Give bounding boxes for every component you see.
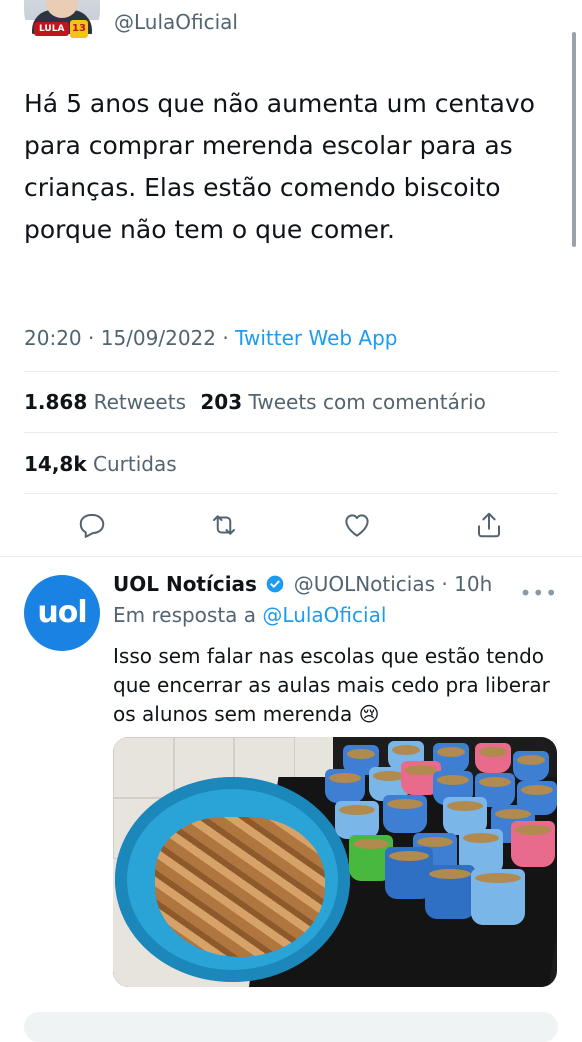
tweet-actions bbox=[0, 505, 582, 549]
likes-count: 14,8k bbox=[24, 452, 87, 476]
author-handle[interactable]: @LulaOficial bbox=[114, 10, 238, 34]
reply-button[interactable] bbox=[72, 505, 112, 545]
tweet-time[interactable]: 20:20 bbox=[24, 326, 82, 350]
reply-header: UOL Notícias @UOLNoticias · 10h bbox=[113, 572, 492, 596]
photo-cup bbox=[425, 865, 475, 919]
photo-cup bbox=[471, 869, 525, 925]
quotes-label: Tweets com comentário bbox=[248, 390, 486, 414]
divider bbox=[24, 432, 558, 433]
uol-avatar[interactable]: uol bbox=[24, 575, 100, 651]
avatar-badge: LULA bbox=[34, 22, 70, 36]
attached-photo[interactable] bbox=[113, 737, 557, 987]
divider bbox=[24, 371, 558, 372]
reply-author-name[interactable]: UOL Notícias bbox=[113, 572, 257, 596]
photo-cup bbox=[475, 743, 511, 773]
photo-tile bbox=[113, 737, 175, 799]
verified-badge-icon bbox=[266, 575, 284, 593]
reply-tweet[interactable]: uol UOL Notícias @UOLNoticias · 10h ••• … bbox=[0, 557, 582, 1024]
photo-cup bbox=[335, 801, 379, 839]
tweet-header: LULA 13 @LulaOficial bbox=[24, 0, 544, 50]
meta-separator: · bbox=[441, 572, 448, 596]
scrollbar[interactable] bbox=[572, 32, 576, 247]
quotes-count: 203 bbox=[200, 390, 243, 414]
more-options-icon[interactable]: ••• bbox=[520, 581, 558, 605]
reply-icon bbox=[79, 514, 105, 538]
avatar[interactable]: LULA 13 bbox=[24, 0, 100, 48]
reply-context: Em resposta a @LulaOficial bbox=[113, 603, 386, 627]
tweet-date[interactable]: 15/09/2022 bbox=[101, 326, 216, 350]
reply-text: Isso sem falar nas escolas que estão ten… bbox=[113, 644, 550, 726]
photo-cup bbox=[383, 795, 427, 833]
bottom-bar bbox=[24, 1012, 558, 1042]
retweet-button[interactable] bbox=[204, 505, 244, 545]
tweet-text: Há 5 anos que não aumenta um centavo par… bbox=[24, 89, 535, 244]
photo-cup bbox=[513, 751, 549, 781]
meta-separator: · bbox=[222, 326, 236, 350]
reply-mention-link[interactable]: @LulaOficial bbox=[262, 603, 386, 627]
reply-time[interactable]: 10h bbox=[454, 572, 492, 596]
meta-separator: · bbox=[88, 326, 101, 350]
photo-cup bbox=[511, 821, 555, 867]
like-icon bbox=[345, 514, 369, 537]
retweets-count: 1.868 bbox=[24, 390, 88, 414]
retweet-stats[interactable]: 1.868 Retweets 203 Tweets com comentário bbox=[24, 390, 486, 414]
tweet-source[interactable]: Twitter Web App bbox=[235, 326, 397, 350]
share-button[interactable] bbox=[469, 505, 509, 545]
retweet-icon bbox=[213, 515, 235, 535]
reply-author-handle[interactable]: @UOLNoticias bbox=[294, 572, 435, 596]
retweets-label: Retweets bbox=[93, 390, 186, 414]
photo-crackers bbox=[155, 817, 325, 957]
share-icon bbox=[478, 512, 500, 538]
avatar-badge-number: 13 bbox=[70, 20, 88, 38]
photo-cup bbox=[325, 769, 365, 803]
divider bbox=[24, 493, 558, 494]
likes-stats[interactable]: 14,8k Curtidas bbox=[24, 452, 177, 476]
reply-prefix: Em resposta a bbox=[113, 603, 257, 627]
like-button[interactable] bbox=[337, 505, 377, 545]
tweet-meta: 20:20 · 15/09/2022 · Twitter Web App bbox=[24, 326, 398, 350]
likes-label: Curtidas bbox=[93, 452, 177, 476]
